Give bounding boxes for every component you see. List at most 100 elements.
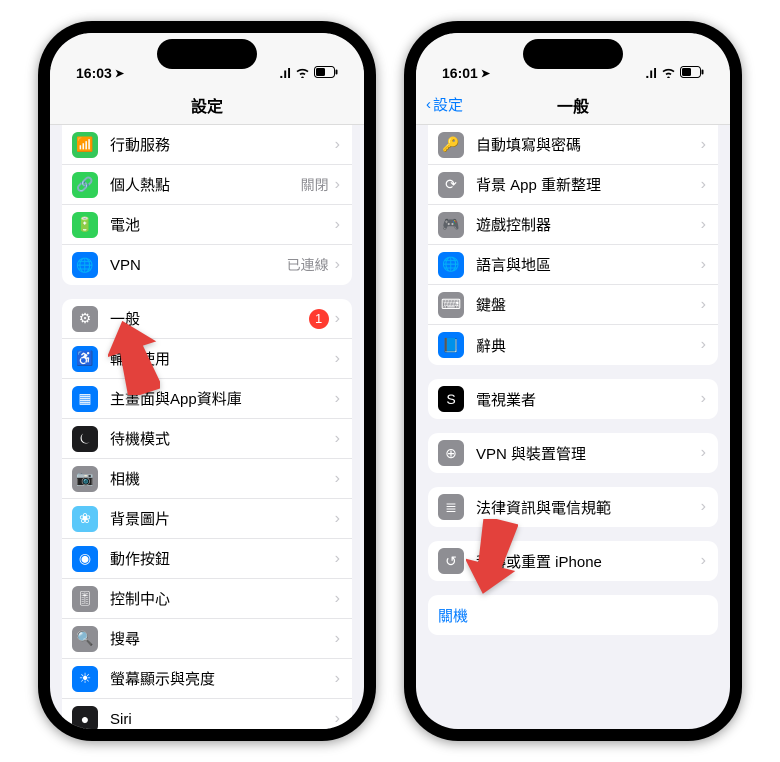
row-label: 背景圖片 [110,508,335,529]
settings-row-1[interactable]: 🔗 個人熱點關閉 › [62,165,352,205]
battery-icon [680,65,704,81]
chevron-right-icon: › [335,470,340,488]
general-group-1: 🔑自動填寫與密碼›⟳背景 App 重新整理›🎮遊戲控制器›🌐語言與地區›⌨鍵盤›… [428,125,718,365]
nav-bar: ‹ 設定 一般 [416,85,730,125]
search-icon: 🔍 [72,626,98,652]
content-right[interactable]: 🔑自動填寫與密碼›⟳背景 App 重新整理›🎮遊戲控制器›🌐語言與地區›⌨鍵盤›… [416,125,730,729]
chevron-right-icon: › [701,444,706,462]
back-button[interactable]: ‹ 設定 [426,94,463,115]
settings-row-9[interactable]: ☀螢幕顯示與亮度› [62,659,352,699]
settings-row-2[interactable]: 🔋電池› [62,205,352,245]
row-label: 相機 [110,468,335,489]
chevron-right-icon: › [335,350,340,368]
reset-icon: ↺ [438,548,464,574]
vpn-icon: ⊕ [438,440,464,466]
general-row-5[interactable]: 📘辭典› [428,325,718,365]
general-row-0[interactable]: ≣法律資訊與電信規範› [428,487,718,527]
chevron-right-icon: › [335,710,340,728]
general-row-3[interactable]: 🌐語言與地區› [428,245,718,285]
settings-row-4[interactable]: 📷相機› [62,459,352,499]
settings-row-7[interactable]: 🎚控制中心› [62,579,352,619]
general-row-0[interactable]: ↺ 移轉或重置 iPhone› [428,541,718,581]
location-icon: ➤ [481,67,490,80]
row-label: 螢幕顯示與亮度 [110,668,335,689]
battery-icon [314,65,338,81]
action-icon: ◉ [72,546,98,572]
general-row-4[interactable]: ⌨鍵盤› [428,285,718,325]
row-label: 待機模式 [110,428,335,449]
chevron-right-icon: › [701,390,706,408]
gear-icon: ⚙ [72,306,98,332]
wifi-icon [661,65,676,81]
battery-icon: 🔋 [72,212,98,238]
nav-title: 設定 [191,93,223,117]
signal-icon: .ıl [279,65,291,81]
settings-group-1: 📶行動服務›🔗個人熱點關閉›🔋電池›🌐VPN已連線› [62,125,352,285]
row-detail: 關閉 [301,175,329,195]
row-label: VPN 與裝置管理 [476,443,701,464]
chevron-right-icon: › [335,590,340,608]
signal-icon: .ıl [645,65,657,81]
general-row-2[interactable]: 🎮遊戲控制器› [428,205,718,245]
book-icon: 📘 [438,332,464,358]
siri-icon: ● [72,706,98,729]
screen-left: 16:03 ➤ .ıl 設定 📶行動服務›🔗個人熱點關閉›🔋電池›🌐VPN已連線… [50,33,364,729]
screen-right: 16:01 ➤ .ıl ‹ 設定 一般 🔑自動填寫與密碼›⟳背景 App 重新整… [416,33,730,729]
settings-row-5[interactable]: ❀背景圖片› [62,499,352,539]
settings-row-10[interactable]: ●Siri› [62,699,352,729]
shutdown-label: 關機 [438,605,706,626]
row-label: 電視業者 [476,389,701,410]
settings-row-8[interactable]: 🔍搜尋› [62,619,352,659]
general-row-0[interactable]: ⊕ VPN 與裝置管理› [428,433,718,473]
settings-row-2[interactable]: ▦主畫面與App資料庫› [62,379,352,419]
chevron-right-icon: › [335,670,340,688]
notch [523,39,623,69]
chevron-right-icon: › [335,176,340,194]
content-left[interactable]: 📶行動服務›🔗個人熱點關閉›🔋電池›🌐VPN已連線› ⚙一般1›♿輔助使用›▦主… [50,125,364,729]
settings-row-0[interactable]: ⚙一般1› [62,299,352,339]
chevron-right-icon: › [701,552,706,570]
general-group-3: ⊕ VPN 與裝置管理› [428,433,718,473]
apps-icon: ▦ [72,386,98,412]
chevron-right-icon: › [335,630,340,648]
settings-row-3[interactable]: ⏾待機模式› [62,419,352,459]
row-label: 動作按鈕 [110,548,335,569]
globe-icon: 🌐 [72,252,98,278]
chevron-right-icon: › [335,136,340,154]
row-label: 個人熱點 [110,174,301,195]
chevron-right-icon: › [701,256,706,274]
location-icon: ➤ [115,67,124,80]
chevron-right-icon: › [335,430,340,448]
row-label: 一般 [110,308,309,329]
row-label: 輔助使用 [110,348,335,369]
row-detail: 已連線 [287,255,329,275]
general-row-0[interactable]: 🔑自動填寫與密碼› [428,125,718,165]
chevron-right-icon: › [701,498,706,516]
flower-icon: ❀ [72,506,98,532]
settings-row-3[interactable]: 🌐VPN已連線› [62,245,352,285]
row-label: 遊戲控制器 [476,214,701,235]
row-label: VPN [110,257,287,274]
row-label: 行動服務 [110,134,335,155]
link-icon: 🔗 [72,172,98,198]
general-group-6: 關機 [428,595,718,635]
globe-icon: 🌐 [438,252,464,278]
general-row-1[interactable]: ⟳背景 App 重新整理› [428,165,718,205]
chevron-left-icon: ‹ [426,96,431,113]
chevron-right-icon: › [335,216,340,234]
row-label: 移轉或重置 iPhone [476,551,701,572]
nav-bar: 設定 [50,85,364,125]
phone-left: 16:03 ➤ .ıl 設定 📶行動服務›🔗個人熱點關閉›🔋電池›🌐VPN已連線… [38,21,376,741]
settings-row-6[interactable]: ◉動作按鈕› [62,539,352,579]
shutdown-row[interactable]: 關機 [428,595,718,635]
general-row-0[interactable]: S電視業者› [428,379,718,419]
chevron-right-icon: › [701,176,706,194]
settings-row-0[interactable]: 📶行動服務› [62,125,352,165]
wifi-icon [295,65,310,81]
status-time: 16:01 [442,65,478,81]
phone-right: 16:01 ➤ .ıl ‹ 設定 一般 🔑自動填寫與密碼›⟳背景 App 重新整… [404,21,742,741]
chevron-right-icon: › [335,310,340,328]
row-label: 法律資訊與電信規範 [476,497,701,518]
general-group-2: S電視業者› [428,379,718,419]
settings-row-1[interactable]: ♿輔助使用› [62,339,352,379]
